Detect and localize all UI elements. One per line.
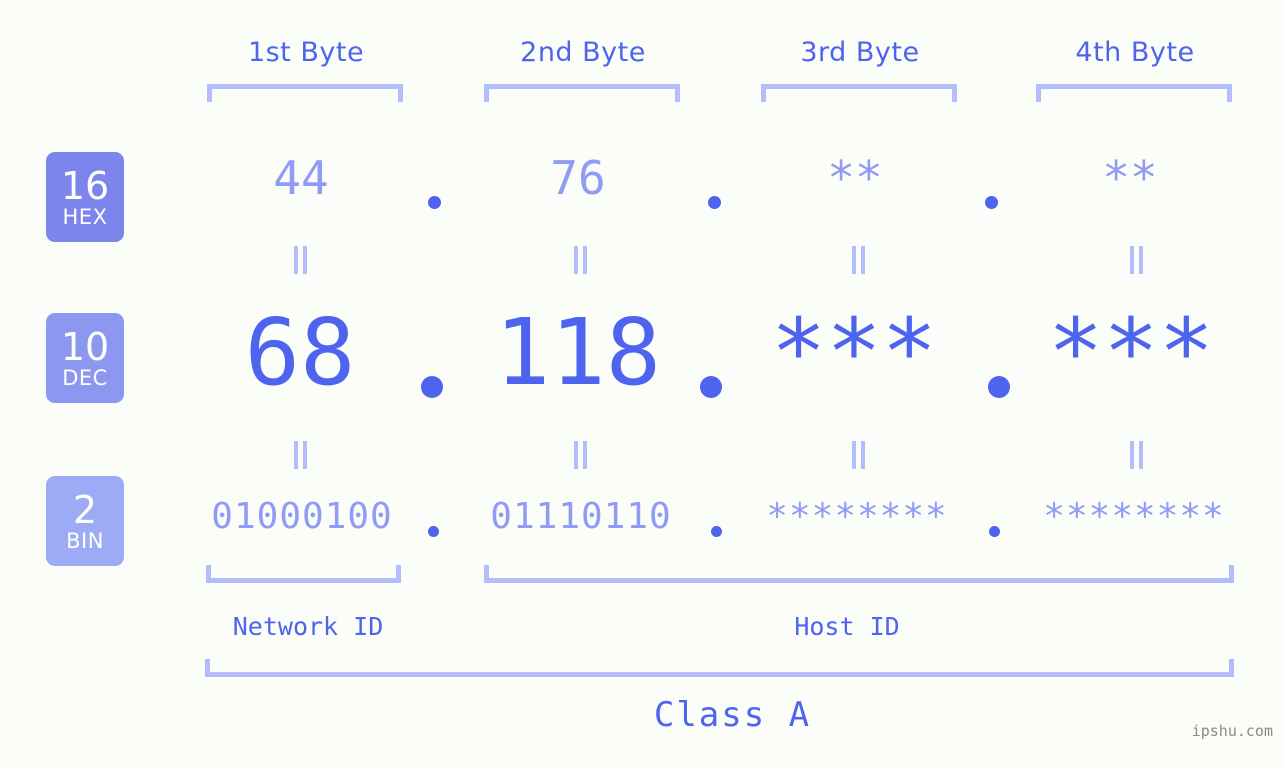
bin-octet-1: 01000100 xyxy=(211,496,393,537)
equals-connector-dec-bin-3 xyxy=(849,441,867,469)
bin-separator-dot-1 xyxy=(428,526,439,537)
ip-address-breakdown-diagram: 1st Byte 2nd Byte 3rd Byte 4th Byte 16 H… xyxy=(0,0,1285,767)
base-badge-hex: 16 HEX xyxy=(46,152,124,242)
base-badge-dec-number: 10 xyxy=(60,324,110,369)
byte-header-4: 4th Byte xyxy=(1075,37,1195,68)
bin-separator-dot-3 xyxy=(989,526,1000,537)
equals-connector-dec-bin-4 xyxy=(1127,441,1145,469)
byte-bracket-4 xyxy=(1036,84,1232,102)
hex-octet-1: 44 xyxy=(273,151,329,205)
equals-connector-dec-bin-2 xyxy=(571,441,589,469)
base-badge-bin-label: BIN xyxy=(66,528,104,553)
class-label: Class A xyxy=(653,695,812,735)
equals-connector-hex-dec-1 xyxy=(291,246,309,274)
byte-bracket-3 xyxy=(761,84,957,102)
dec-octet-3: *** xyxy=(770,299,938,406)
dec-separator-dot-3 xyxy=(988,376,1010,398)
base-badge-hex-number: 16 xyxy=(60,163,110,208)
hex-octet-2: 76 xyxy=(550,151,606,205)
equals-connector-dec-bin-1 xyxy=(291,441,309,469)
byte-header-1: 1st Byte xyxy=(247,37,365,68)
byte-header-3: 3rd Byte xyxy=(800,37,920,68)
base-badge-dec: 10 DEC xyxy=(46,313,124,403)
base-badge-dec-label: DEC xyxy=(62,365,108,390)
hex-octet-3: ** xyxy=(827,151,883,205)
hex-separator-dot-1 xyxy=(428,196,441,209)
hex-separator-dot-3 xyxy=(985,196,998,209)
dec-separator-dot-2 xyxy=(700,376,722,398)
bin-octet-2: 01110110 xyxy=(490,496,672,537)
equals-connector-hex-dec-4 xyxy=(1127,246,1145,274)
hex-octet-4: ** xyxy=(1102,151,1158,205)
dec-octet-1: 68 xyxy=(244,299,356,406)
host-id-bracket xyxy=(484,565,1234,583)
byte-bracket-2 xyxy=(484,84,680,102)
network-id-label: Network ID xyxy=(232,612,384,641)
bin-separator-dot-2 xyxy=(711,526,722,537)
network-id-bracket xyxy=(206,565,401,583)
base-badge-bin: 2 BIN xyxy=(46,476,124,566)
dec-octet-2: 118 xyxy=(494,299,662,406)
byte-header-2: 2nd Byte xyxy=(520,37,646,68)
dec-separator-dot-1 xyxy=(421,376,443,398)
class-bracket xyxy=(205,659,1234,677)
hex-separator-dot-2 xyxy=(708,196,721,209)
base-badge-bin-number: 2 xyxy=(72,487,98,532)
byte-bracket-1 xyxy=(207,84,403,102)
bin-octet-3: ******** xyxy=(766,496,948,537)
bin-octet-4: ******** xyxy=(1043,496,1225,537)
equals-connector-hex-dec-2 xyxy=(571,246,589,274)
dec-octet-4: *** xyxy=(1047,299,1215,406)
equals-connector-hex-dec-3 xyxy=(849,246,867,274)
base-badge-hex-label: HEX xyxy=(62,204,108,229)
host-id-label: Host ID xyxy=(794,612,900,641)
site-watermark: ipshu.com xyxy=(1191,722,1273,740)
